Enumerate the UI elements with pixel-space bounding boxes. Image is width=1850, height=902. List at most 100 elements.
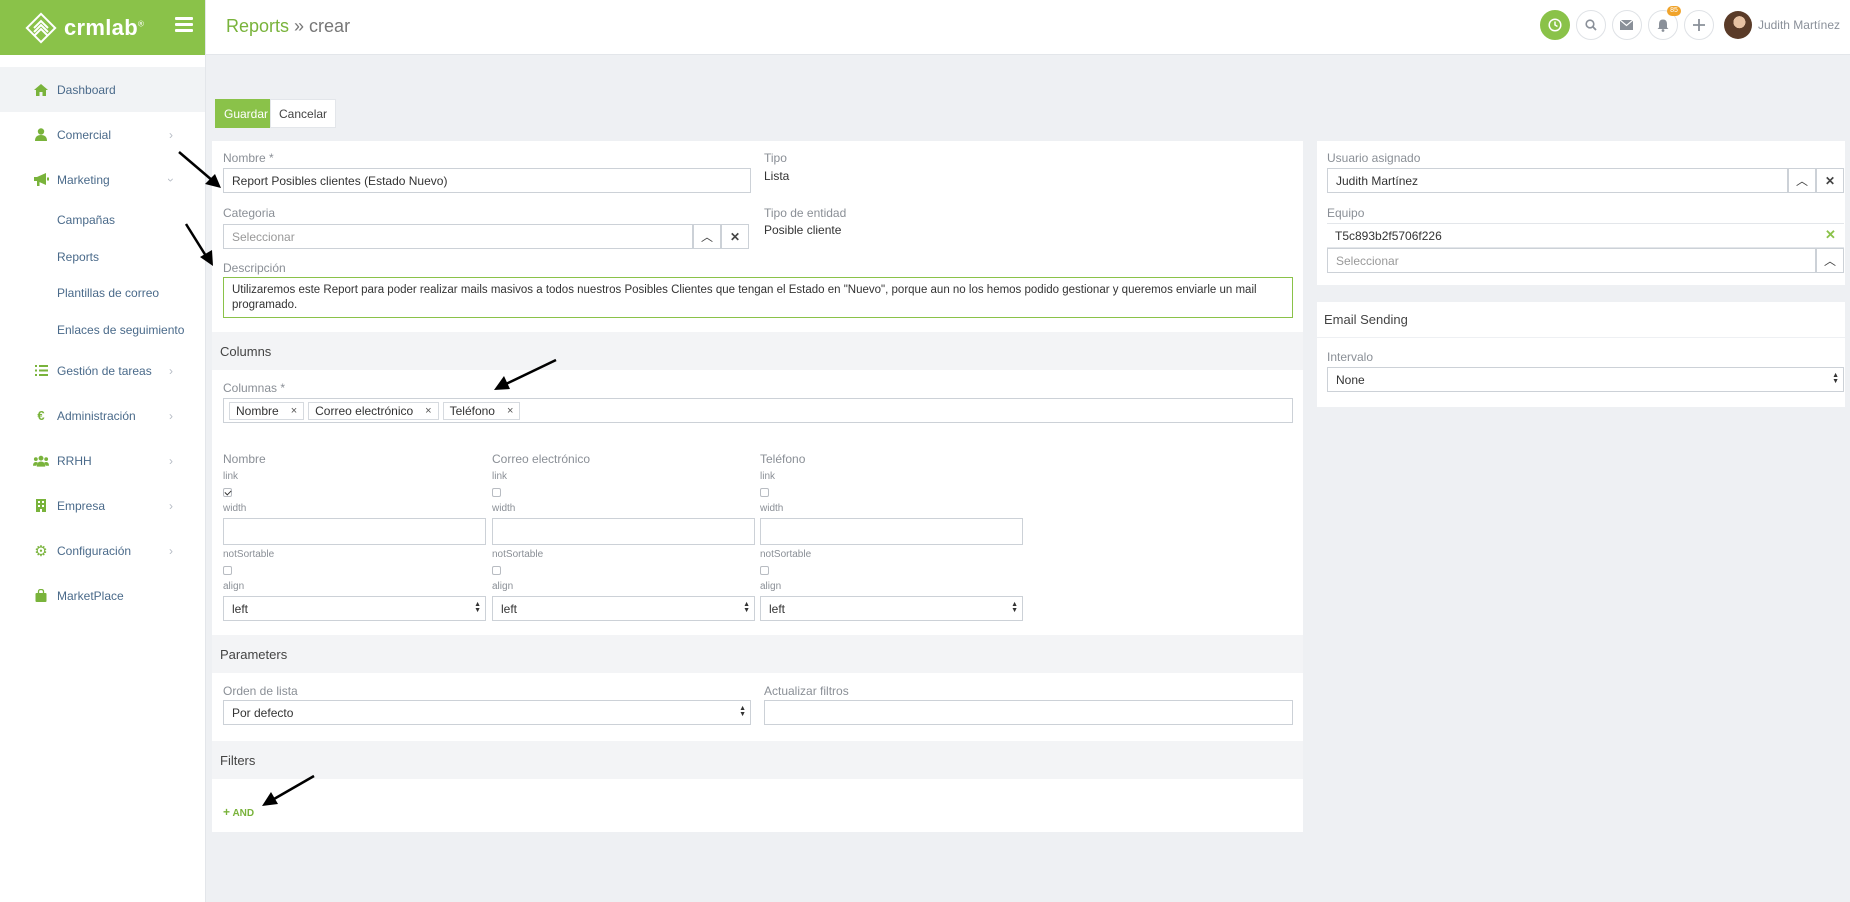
tag-remove-icon[interactable]: ×	[425, 405, 431, 417]
sidebar-item-rrhh[interactable]: RRHH ›	[0, 438, 205, 483]
align-select[interactable]: left ▲ ▼	[492, 596, 755, 621]
person-icon	[33, 128, 49, 142]
equipo-select-button[interactable]: ︿	[1816, 248, 1844, 273]
sidebar-item-label: Campañas	[57, 213, 116, 228]
list-icon	[33, 364, 49, 378]
orden-lista-select[interactable]: Por defecto ▲ ▼	[223, 700, 751, 725]
notsortable-checkbox[interactable]	[223, 566, 232, 575]
sidebar-item-label: Plantillas de correo	[57, 286, 160, 301]
nombre-input[interactable]: Report Posibles clientes (Estado Nuevo)	[223, 168, 751, 193]
notification-count-badge: 85	[1667, 6, 1681, 16]
columnas-multiselect[interactable]: Nombre × Correo electrónico × Teléfono ×	[223, 398, 1293, 423]
chevron-down-icon: ›	[164, 177, 178, 182]
align-value: left	[501, 601, 518, 616]
categoria-placeholder: Seleccionar	[232, 229, 295, 244]
chevron-right-icon: ›	[169, 127, 173, 142]
categoria-select-button[interactable]: ︿	[693, 224, 721, 249]
descripcion-line: Utilizaremos este Report para poder real…	[232, 284, 1257, 296]
usuario-clear-button[interactable]: ✕	[1816, 168, 1844, 193]
building-icon	[33, 499, 49, 513]
tag-remove-icon[interactable]: ×	[507, 405, 513, 417]
tag-remove-icon[interactable]: ×	[291, 405, 297, 417]
select-arrows-icon: ▲ ▼	[474, 601, 481, 614]
link-checkbox[interactable]	[223, 488, 232, 497]
email-sending-panel: Email Sending Intervalo None ▲ ▼	[1317, 302, 1845, 407]
mail-button[interactable]	[1611, 10, 1642, 40]
chevron-right-icon: ›	[169, 453, 173, 468]
sidebar-item-label: Gestión de tareas	[57, 363, 152, 378]
filters-section-header: Filters	[212, 741, 1303, 779]
home-icon	[33, 83, 49, 97]
sidebar-item-comercial[interactable]: Comercial ›	[0, 112, 205, 157]
sidebar-item-marketplace[interactable]: MarketPlace	[0, 573, 205, 618]
link-label: link	[760, 471, 776, 482]
categoria-clear-button[interactable]: ✕	[721, 224, 749, 249]
euro-icon: €	[37, 408, 45, 423]
chevron-right-icon: ›	[169, 408, 173, 423]
sidebar-subitem-campanas[interactable]: Campañas	[0, 202, 205, 239]
clock-button[interactable]	[1539, 10, 1570, 40]
add-button[interactable]	[1683, 10, 1714, 40]
link-checkbox[interactable]	[760, 488, 769, 497]
sidebar-item-administracion[interactable]: € Administración ›	[0, 393, 205, 438]
notsortable-checkbox[interactable]	[492, 566, 501, 575]
envelope-icon	[1620, 20, 1634, 30]
brand-header: crmlab®	[0, 0, 205, 55]
sidebar-subitem-plantillas[interactable]: Plantillas de correo	[0, 275, 205, 312]
cancel-button[interactable]: Cancelar	[270, 99, 337, 128]
menu-toggle-icon[interactable]	[175, 17, 193, 32]
equipo-input[interactable]: Seleccionar	[1327, 248, 1816, 273]
notsortable-checkbox[interactable]	[760, 566, 769, 575]
sidebar-item-label: Dashboard	[57, 82, 116, 97]
sidebar-item-label: Enlaces de seguimiento	[57, 322, 185, 337]
sidebar-subitem-reports[interactable]: Reports	[0, 239, 205, 276]
width-input[interactable]	[760, 518, 1023, 545]
link-checkbox[interactable]	[492, 488, 501, 497]
equipo-placeholder: Seleccionar	[1336, 253, 1399, 268]
sidebar-item-empresa[interactable]: Empresa ›	[0, 483, 205, 528]
nombre-value: Report Posibles clientes (Estado Nuevo)	[232, 173, 448, 188]
align-select[interactable]: left ▲ ▼	[760, 596, 1023, 621]
search-button[interactable]	[1575, 10, 1606, 40]
sidebar-subitem-enlaces[interactable]: Enlaces de seguimiento	[0, 312, 205, 349]
megaphone-icon	[33, 173, 49, 187]
bag-icon	[33, 589, 49, 603]
chevron-up-icon: ︿	[1823, 254, 1836, 268]
remove-equipo-icon[interactable]: ✕	[1825, 227, 1836, 243]
breadcrumb-link-reports[interactable]: Reports	[226, 16, 289, 36]
breadcrumb-current: crear	[309, 16, 351, 36]
plus-icon: +	[223, 805, 231, 819]
usuario-asignado-input[interactable]: Judith Martínez	[1327, 168, 1788, 193]
close-icon: ✕	[729, 229, 741, 244]
align-select[interactable]: left ▲ ▼	[223, 596, 486, 621]
add-and-filter-button[interactable]: + AND	[223, 805, 254, 819]
width-input[interactable]	[223, 518, 486, 545]
intervalo-select[interactable]: None ▲ ▼	[1327, 367, 1844, 392]
save-button[interactable]: Guardar	[215, 99, 278, 128]
column-title: Correo electrónico	[492, 452, 591, 466]
usuario-select-button[interactable]: ︿	[1788, 168, 1816, 193]
sidebar-item-label: Empresa	[57, 498, 106, 513]
descripcion-textarea[interactable]: Utilizaremos este Report para poder real…	[223, 277, 1293, 318]
actualizar-filtros-input[interactable]	[764, 700, 1293, 725]
nombre-label: Nombre *	[223, 151, 274, 165]
equipo-value: T5c893b2f5706f226	[1335, 228, 1442, 243]
sidebar-item-configuracion[interactable]: ⚙ Configuración ›	[0, 528, 205, 573]
sidebar-item-label: RRHH	[57, 453, 92, 468]
categoria-input[interactable]: Seleccionar	[223, 224, 693, 249]
select-arrows-icon: ▲ ▼	[743, 601, 750, 614]
align-label: align	[760, 581, 782, 592]
user-menu[interactable]: Judith Martínez	[1723, 11, 1850, 39]
sidebar-item-gestion-tareas[interactable]: Gestión de tareas ›	[0, 348, 205, 393]
tag-label: Nombre	[236, 403, 279, 418]
chevron-up-icon: ︿	[1795, 174, 1808, 188]
notifications-button[interactable]: 85	[1647, 6, 1681, 40]
sidebar-item-marketing[interactable]: Marketing ›	[0, 157, 205, 202]
equipo-selected-item: T5c893b2f5706f226	[1327, 223, 1844, 248]
app-logo[interactable]: crmlab®	[24, 11, 144, 45]
align-value: left	[769, 601, 786, 616]
sidebar-item-dashboard[interactable]: Dashboard	[0, 67, 205, 112]
column-tag: Nombre ×	[229, 401, 305, 420]
column-tag: Correo electrónico ×	[308, 401, 439, 420]
width-input[interactable]	[492, 518, 755, 545]
